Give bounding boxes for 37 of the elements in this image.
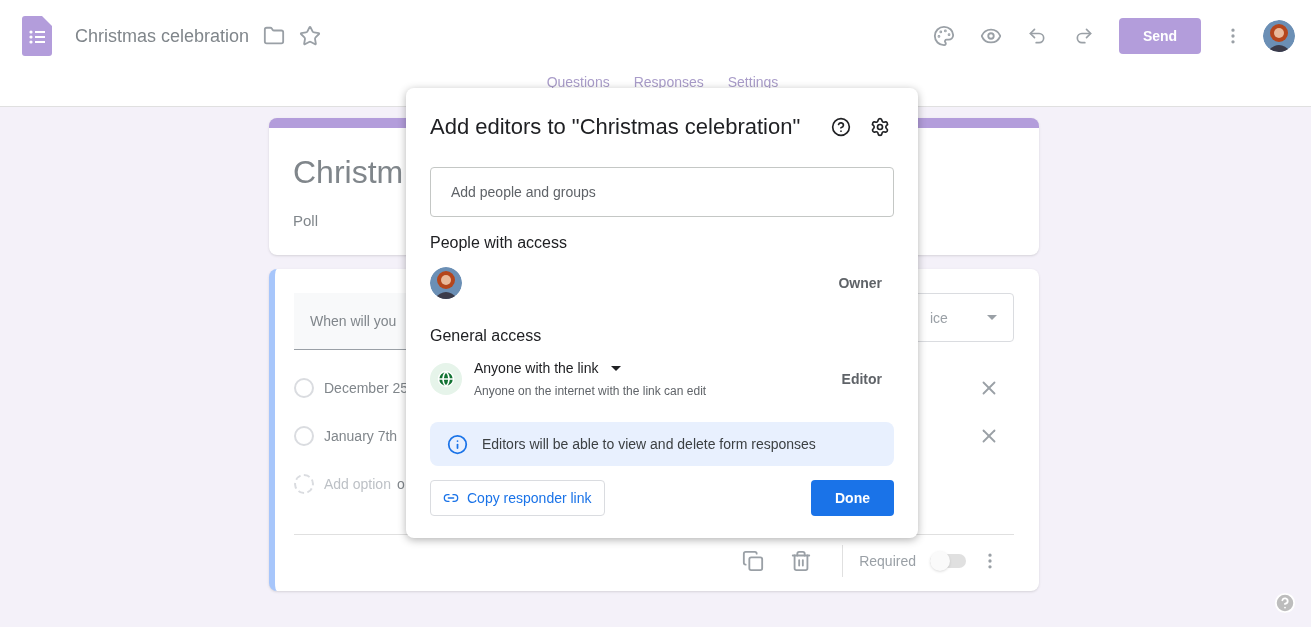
account-avatar (1263, 20, 1295, 52)
radio-button[interactable] (294, 378, 314, 398)
globe-icon (430, 363, 462, 395)
palette-icon[interactable] (933, 25, 955, 47)
access-description: Anyone on the internet with the link can edit (474, 383, 707, 400)
done-button[interactable]: Done (811, 480, 894, 516)
forms-logo-icon[interactable] (22, 16, 52, 56)
section-heading: People with access (430, 233, 568, 253)
radio-button[interactable] (294, 426, 314, 446)
add-other-link[interactable]: o (396, 473, 405, 495)
folder-icon[interactable] (263, 25, 286, 47)
star-icon[interactable] (299, 25, 322, 47)
add-people-field[interactable]: Add people and groups (430, 167, 894, 217)
required-toggle[interactable] (930, 554, 966, 568)
option-label[interactable]: January 7th (324, 425, 398, 447)
help-icon[interactable] (831, 116, 851, 137)
owner-avatar (430, 267, 462, 299)
caret-icon (610, 366, 621, 371)
redo-icon[interactable] (1074, 26, 1094, 46)
trash-icon[interactable] (790, 550, 813, 572)
tab[interactable]: Questions (546, 72, 610, 92)
caret-icon (987, 315, 997, 320)
form-title[interactable]: Christmas celebration (75, 22, 250, 50)
section-heading: General access (430, 326, 543, 346)
access-dropdown[interactable]: Anyone with the link (474, 358, 707, 379)
info-banner: Editors will be able to view and delete form responses (430, 422, 894, 466)
settings-icon[interactable] (870, 116, 890, 137)
required-label: Required (859, 551, 916, 571)
access-role[interactable]: Editor (841, 368, 882, 390)
undo-icon[interactable] (1027, 26, 1047, 46)
tab[interactable]: Responses (633, 72, 704, 92)
duplicate-icon[interactable] (742, 550, 765, 572)
copy-link-button[interactable]: Copy responder link (430, 480, 605, 516)
tab[interactable]: Settings (727, 72, 779, 92)
dialog-title: Add editors to "Christmas celebration" (430, 113, 801, 141)
person-role: Owner (838, 273, 882, 293)
send-button[interactable]: Send (1119, 18, 1201, 54)
